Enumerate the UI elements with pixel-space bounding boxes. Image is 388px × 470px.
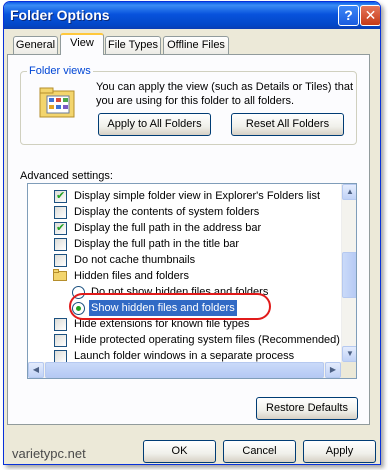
radio-button[interactable] bbox=[72, 302, 85, 315]
scroll-left-icon[interactable]: ◀ bbox=[28, 362, 44, 378]
apply-to-all-folders-button[interactable]: Apply to All Folders bbox=[98, 113, 211, 136]
window-title: Folder Options bbox=[10, 7, 110, 23]
title-bar[interactable]: Folder Options ? ✕ bbox=[4, 2, 380, 29]
horizontal-scrollbar[interactable]: ◀ ▶ bbox=[28, 362, 341, 378]
apply-button[interactable]: Apply bbox=[303, 440, 376, 463]
ok-button[interactable]: OK bbox=[143, 440, 216, 463]
help-button[interactable]: ? bbox=[338, 5, 359, 26]
reset-all-folders-button[interactable]: Reset All Folders bbox=[231, 113, 344, 136]
checkbox[interactable] bbox=[54, 254, 67, 267]
scroll-down-icon[interactable]: ▼ bbox=[342, 346, 356, 362]
advanced-settings-list[interactable]: Display simple folder view in Explorer's… bbox=[27, 183, 357, 379]
scroll-right-icon[interactable]: ▶ bbox=[325, 362, 341, 378]
tab-general[interactable]: General bbox=[13, 36, 58, 54]
tab-file-types[interactable]: File Types bbox=[105, 36, 161, 54]
folder-views-legend: Folder views bbox=[27, 65, 93, 77]
list-item-label: Display the full path in the title bar bbox=[74, 238, 240, 250]
checkbox[interactable] bbox=[54, 238, 67, 251]
checkbox[interactable] bbox=[54, 220, 67, 236]
radio-button[interactable] bbox=[72, 286, 85, 299]
list-item-label: Hide extensions for known file types bbox=[74, 318, 250, 330]
vertical-scroll-thumb[interactable] bbox=[342, 252, 356, 298]
list-item-label: Display the contents of system folders bbox=[74, 206, 260, 218]
folder-icon bbox=[53, 269, 67, 281]
horizontal-scroll-thumb[interactable] bbox=[45, 362, 324, 378]
list-item-label: Display simple folder view in Explorer's… bbox=[74, 190, 321, 202]
vertical-scrollbar[interactable]: ▲ ▼ bbox=[341, 184, 356, 362]
cancel-button[interactable]: Cancel bbox=[223, 440, 296, 463]
scrollbar-corner bbox=[341, 362, 356, 378]
checkbox[interactable] bbox=[54, 334, 67, 347]
checkbox[interactable] bbox=[54, 318, 67, 331]
close-button[interactable]: ✕ bbox=[360, 5, 380, 26]
folder-views-icon bbox=[39, 87, 75, 118]
list-item-label: Show hidden files and folders bbox=[89, 300, 237, 316]
advanced-settings-label: Advanced settings: bbox=[20, 170, 113, 182]
folder-views-description: You can apply the view (such as Details … bbox=[96, 81, 354, 107]
list-item-label: Hide protected operating system files (R… bbox=[74, 334, 340, 346]
list-item-label: Hidden files and folders bbox=[74, 270, 189, 282]
tab-view[interactable]: View bbox=[60, 33, 104, 55]
list-item-label: Do not show hidden files and folders bbox=[91, 286, 269, 298]
list-item-label: Display the full path in the address bar bbox=[74, 222, 262, 234]
scroll-up-icon[interactable]: ▲ bbox=[342, 184, 356, 200]
tab-offline-files[interactable]: Offline Files bbox=[163, 36, 229, 54]
restore-defaults-button[interactable]: Restore Defaults bbox=[256, 397, 358, 420]
checkbox[interactable] bbox=[54, 188, 67, 204]
list-item-label: Do not cache thumbnails bbox=[74, 254, 196, 266]
watermark-text: varietypc.net bbox=[12, 446, 86, 461]
checkbox[interactable] bbox=[54, 206, 67, 219]
